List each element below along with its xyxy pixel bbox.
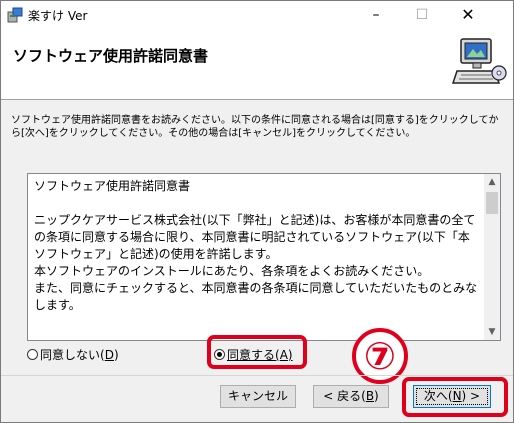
back-close-paren: ) [374,389,379,403]
disagree-label: 同意しない( [40,348,105,362]
header-banner: ソフトウェア使用許諾同意書 [1,29,513,100]
back-label: < 戻る( [323,389,366,403]
disagree-radio[interactable]: 同意しない(D) [27,346,119,363]
scroll-up-icon[interactable]: ▲ [484,174,500,190]
installer-window: 楽すけ Ver – ☐ ✕ ソフトウェア使用許諾同意書 ソフトウェア使用許諾同意… [0,0,514,423]
back-accesskey: B [365,389,375,403]
next-highlight-box [402,377,508,417]
page-title: ソフトウェア使用許諾同意書 [13,47,209,65]
footer-divider [1,375,513,376]
window-title: 楽すけ Ver [28,9,88,23]
installer-icon [7,7,23,23]
radio-unchecked-icon[interactable] [27,349,38,360]
instructions-text: ソフトウェア使用許諾同意書をお読みください。以下の条件に同意される場合は[同意す… [11,115,499,139]
maximize-button[interactable]: ☐ [399,1,445,29]
license-scrollbar[interactable]: ▲ ▼ [484,174,500,340]
computer-cd-icon [447,33,507,93]
title-bar[interactable]: 楽すけ Ver – ☐ ✕ [1,1,513,29]
scroll-thumb[interactable] [486,192,498,214]
scroll-down-icon[interactable]: ▼ [484,324,500,340]
license-textbox[interactable]: ソフトウェア使用許諾同意書 ニップクケアサービス株式会社(以下「弊社」と記述)は… [27,173,501,341]
close-button[interactable]: ✕ [445,1,491,29]
disagree-accesskey: D [104,348,114,362]
license-text: ソフトウェア使用許諾同意書 ニップクケアサービス株式会社(以下「弊社」と記述)は… [34,179,478,312]
back-button[interactable]: < 戻る(B) [313,385,389,408]
minimize-button[interactable]: – [353,1,399,29]
cancel-button[interactable]: キャンセル [220,385,296,408]
agree-highlight-box [207,335,307,369]
disagree-close-paren: ) [113,348,119,362]
